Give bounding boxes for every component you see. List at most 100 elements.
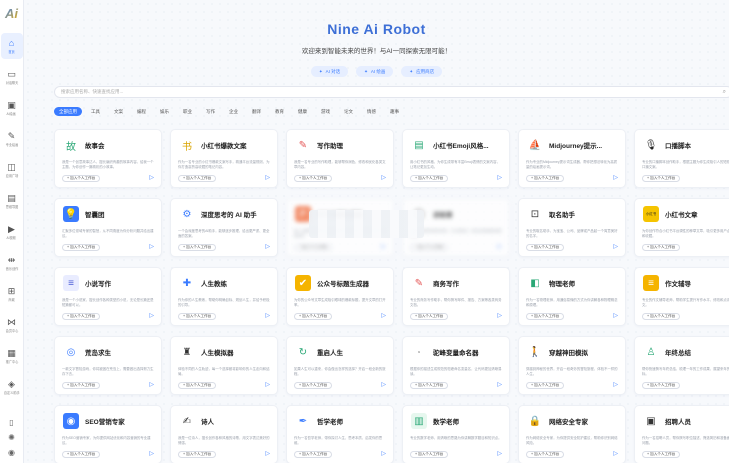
play-icon[interactable]: ▷ bbox=[265, 382, 270, 389]
app-card[interactable]: 故故事会 我是一个创意故事达人，擅长编织有趣的故事内容。给我一个主题，为你创作一篇… bbox=[54, 129, 162, 188]
tab-3[interactable]: 编程 bbox=[132, 107, 151, 116]
app-card[interactable]: 🚶 穿越神田模拟 穿越到神秘的世界，开启一段奇妙的冒险旅程，体验不一样的人生。 + 加… bbox=[518, 336, 626, 395]
app-card[interactable]: ✒ 哲学老师 作为一名哲学老师，带你探讨人生、思考本质，启发你的思维。 + 加入个人工… bbox=[286, 405, 394, 463]
play-icon[interactable]: ▷ bbox=[497, 451, 502, 458]
add-to-workspace-button[interactable]: + 加入个人工作台 bbox=[526, 382, 565, 389]
app-card[interactable]: 🎙 口播脚本 专业的口播脚本创作助手，根据主题为你生成吸引人的短视频口播文案。 + 加… bbox=[634, 129, 729, 188]
sidebar-item-chat[interactable]: ▭ 对话聊天 bbox=[1, 64, 23, 90]
play-icon[interactable]: ▷ bbox=[613, 382, 618, 389]
add-to-workspace-button[interactable]: + 加入个人工作台 bbox=[410, 451, 449, 458]
app-card[interactable]: ↻ 重启人生 如果人生可以重来，你会做出怎样的选择？开启一段全新的旅程。 + 加入个人… bbox=[286, 336, 394, 395]
hero-button-chat[interactable]: ✦ AI 对话 bbox=[310, 66, 349, 77]
sidebar-item-share[interactable]: ⋈ 会员中心 bbox=[1, 312, 23, 338]
sidebar-item-image[interactable]: ▣ AI绘画 bbox=[1, 95, 23, 121]
hero-button-store[interactable]: ✦ 应用商店 bbox=[401, 66, 443, 77]
sidebar-item-gift[interactable]: ▦ 推广中心 bbox=[1, 343, 23, 369]
app-card[interactable]: 书小红书爆款文案 作为一名专业的小红书爆款文案写手，精通平台流量规则，为你打造高赞… bbox=[170, 129, 278, 188]
app-card[interactable]: ≡ 作文辅导 专业的作文辅导老师，帮助学生提升写作水平，修改和点评作文。 + 加入个人… bbox=[634, 267, 729, 326]
sidebar-item-palette[interactable]: ✎ 专业绘画 bbox=[1, 126, 23, 152]
app-card[interactable]: 💡 智囊团 汇聚多位领域专家的智慧，从不同角度为你分析问题并给出建议。 + 加入个人工… bbox=[54, 198, 162, 257]
add-to-workspace-button[interactable]: + 加入个人工作台 bbox=[526, 451, 565, 458]
tab-5[interactable]: 职业 bbox=[178, 107, 197, 116]
play-icon[interactable]: ▷ bbox=[497, 382, 502, 389]
tab-1[interactable]: 工具 bbox=[86, 107, 105, 116]
add-to-workspace-button[interactable]: + 加入个人工作台 bbox=[178, 313, 217, 320]
play-icon[interactable]: ▷ bbox=[149, 451, 154, 458]
add-to-workspace-button[interactable]: + 加入个人工作台 bbox=[178, 244, 217, 251]
add-to-workspace-button[interactable]: + 加入个人工作台 bbox=[178, 451, 217, 458]
tab-0[interactable]: 全部应用 bbox=[54, 107, 82, 116]
app-card[interactable]: ◉ SEO营销专家 作为SEO营销专家，为你提供网站优化和内容营销的专业建议。 + 加… bbox=[54, 405, 162, 463]
play-icon[interactable]: ▷ bbox=[381, 244, 386, 251]
app-card[interactable]: ♜ 人生模拟器 体验不同的人生轨迹，每一个选择都将影响你的人生走向和结局。 + 加入个… bbox=[170, 336, 278, 395]
app-card[interactable]: ⚙ 深度思考的 AI 助手 一个会深度思考的AI助手，能够逐步推理，给出更严谨、更全… bbox=[170, 198, 278, 257]
tab-6[interactable]: 写作 bbox=[201, 107, 220, 116]
hero-button-brush[interactable]: ✦ AI 绘画 bbox=[356, 66, 394, 77]
play-icon[interactable]: ▷ bbox=[381, 382, 386, 389]
add-to-workspace-button[interactable]: + 加入个人工作台 bbox=[410, 382, 449, 389]
add-to-workspace-button[interactable]: + 加入个人工作台 bbox=[294, 175, 333, 182]
add-to-workspace-button[interactable]: + 加入个人工作台 bbox=[178, 175, 217, 182]
play-icon[interactable]: ▷ bbox=[497, 175, 502, 182]
play-icon[interactable]: ▷ bbox=[149, 244, 154, 251]
add-to-workspace-button[interactable]: + 加入个人工作台 bbox=[62, 451, 101, 458]
app-card[interactable]: ✔ 公众号标题生成器 为你的公众号文章生成吸引眼球的爆款标题，提升文章的打开率。 + … bbox=[286, 267, 394, 326]
app-card[interactable]: 🔒 网络安全专家 作为网络安全专家，为你提供安全防护建议，帮助你识别网络风险。 + 加… bbox=[518, 405, 626, 463]
tab-7[interactable]: 企业 bbox=[224, 107, 243, 116]
add-to-workspace-button[interactable]: + 加入个人工作台 bbox=[642, 175, 681, 182]
sidebar-item-apps[interactable]: ◫ 应用广场 bbox=[1, 157, 23, 183]
sidebar-item-bot[interactable]: ◈ 自定义助手 bbox=[1, 374, 23, 400]
sidebar-item-video[interactable]: ▶ AI视频 bbox=[1, 219, 23, 245]
app-card[interactable]: ≡ 小说写作 我是一个小说家，擅长创作各种类型的小说，无论是长篇还是短篇都可以。 + … bbox=[54, 267, 162, 326]
add-to-workspace-button[interactable]: + 加入个人工作台 bbox=[62, 382, 101, 389]
play-icon[interactable]: ▷ bbox=[381, 451, 386, 458]
tab-12[interactable]: 论文 bbox=[339, 107, 358, 116]
add-to-workspace-button[interactable]: + 加入个人工作台 bbox=[642, 382, 681, 389]
app-card[interactable]: ✎ 商务写作 专业的商务写作助手，帮你撰写邮件、报告、方案等各类商务文档。 + 加入个… bbox=[402, 267, 510, 326]
phone-icon[interactable]: ▯ bbox=[9, 418, 13, 427]
app-card[interactable]: ⛵ Midjourney提示... 作为专业的Midjourney提示词生成器，帮你… bbox=[518, 129, 626, 188]
play-icon[interactable]: ▷ bbox=[265, 313, 270, 320]
app-card[interactable]: ▥ 数学老师 专业的数学老师，用清晰的思路为你讲解数学题目和知识点。 + 加入个人工作… bbox=[402, 405, 510, 463]
tab-13[interactable]: 情感 bbox=[362, 107, 381, 116]
tab-2[interactable]: 文案 bbox=[109, 107, 128, 116]
sidebar-item-note[interactable]: ▤ 思维导图 bbox=[1, 188, 23, 214]
app-card[interactable]: ♙ 年终总结 帮你快速撰写年终总结，梳理一年的工作成果，展望来年的目标。 + 加入个人… bbox=[634, 336, 729, 395]
app-card[interactable]: 𝑥 驼峰变量命名器 根据你的描述生成规范的驼峰命名变量名，让代码更加清晰易读。 + 加… bbox=[402, 336, 510, 395]
play-icon[interactable]: ▷ bbox=[381, 175, 386, 182]
add-to-workspace-button[interactable]: + 加入个人工作台 bbox=[410, 175, 449, 182]
search-input[interactable]: 搜索应用名称、快速查找应用... bbox=[61, 89, 123, 95]
add-to-workspace-button[interactable]: + 加入个人工作台 bbox=[294, 382, 333, 389]
add-to-workspace-button[interactable]: + 加入个人工作台 bbox=[62, 175, 101, 182]
sidebar-item-home[interactable]: ⌂ 首页 bbox=[0, 33, 23, 59]
tab-4[interactable]: 娱乐 bbox=[155, 107, 174, 116]
add-to-workspace-button[interactable]: + 加入个人工作台 bbox=[642, 451, 681, 458]
play-icon[interactable]: ▷ bbox=[149, 382, 154, 389]
app-card[interactable]: 小红书 小红书文章 为你创作符合小红书平台调性的种草文章，吸引更多用户点赞和收藏。 +… bbox=[634, 198, 729, 257]
app-card[interactable]: ▣ 招聘人员 作为一名招聘人员，帮你撰写职位描述、筛选简历和准备面试问题。 + 加入个… bbox=[634, 405, 729, 463]
add-to-workspace-button[interactable]: + 加入个人工作台 bbox=[62, 244, 101, 251]
app-card[interactable]: ✚ 人生教练 作为你的人生教练，帮助你明确目标、规划人生，并给予积极的引导。 + 加入… bbox=[170, 267, 278, 326]
play-icon[interactable]: ▷ bbox=[613, 175, 618, 182]
play-icon[interactable]: ▷ bbox=[265, 244, 270, 251]
add-to-workspace-button[interactable]: + 加入个人工作台 bbox=[410, 244, 449, 251]
play-icon[interactable]: ▷ bbox=[613, 244, 618, 251]
add-to-workspace-button[interactable]: + 加入个人工作台 bbox=[642, 244, 681, 251]
play-icon[interactable]: ▷ bbox=[149, 313, 154, 320]
add-to-workspace-button[interactable]: + 加入个人工作台 bbox=[526, 244, 565, 251]
tab-11[interactable]: 游戏 bbox=[316, 107, 335, 116]
play-icon[interactable]: ▷ bbox=[497, 244, 502, 251]
add-to-workspace-button[interactable]: + 加入个人工作台 bbox=[410, 313, 449, 320]
search-icon[interactable]: ⌕ bbox=[723, 89, 726, 96]
app-card[interactable]: ⊡ 取名助手 专业的取名助手，为宝宝、公司、品牌或产品起一个寓意美好的名字。 + 加入… bbox=[518, 198, 626, 257]
app-card[interactable]: ▤ 小红书Emoji风格... 用小红书的风格，为你生成带有丰富Emoji表情的文案… bbox=[402, 129, 510, 188]
add-to-workspace-button[interactable]: + 加入个人工作台 bbox=[294, 313, 333, 320]
add-to-workspace-button[interactable]: + 加入个人工作台 bbox=[294, 244, 333, 251]
add-to-workspace-button[interactable]: + 加入个人工作台 bbox=[62, 313, 101, 320]
add-to-workspace-button[interactable]: + 加入个人工作台 bbox=[178, 382, 217, 389]
play-icon[interactable]: ▷ bbox=[149, 175, 154, 182]
play-icon[interactable]: ▷ bbox=[497, 313, 502, 320]
play-icon[interactable]: ▷ bbox=[381, 313, 386, 320]
app-card[interactable]: ◧ 物理老师 作为一名物理老师，用通俗易懂的方式为你讲解各种物理概念和原理。 + 加入… bbox=[518, 267, 626, 326]
tab-9[interactable]: 教育 bbox=[270, 107, 289, 116]
